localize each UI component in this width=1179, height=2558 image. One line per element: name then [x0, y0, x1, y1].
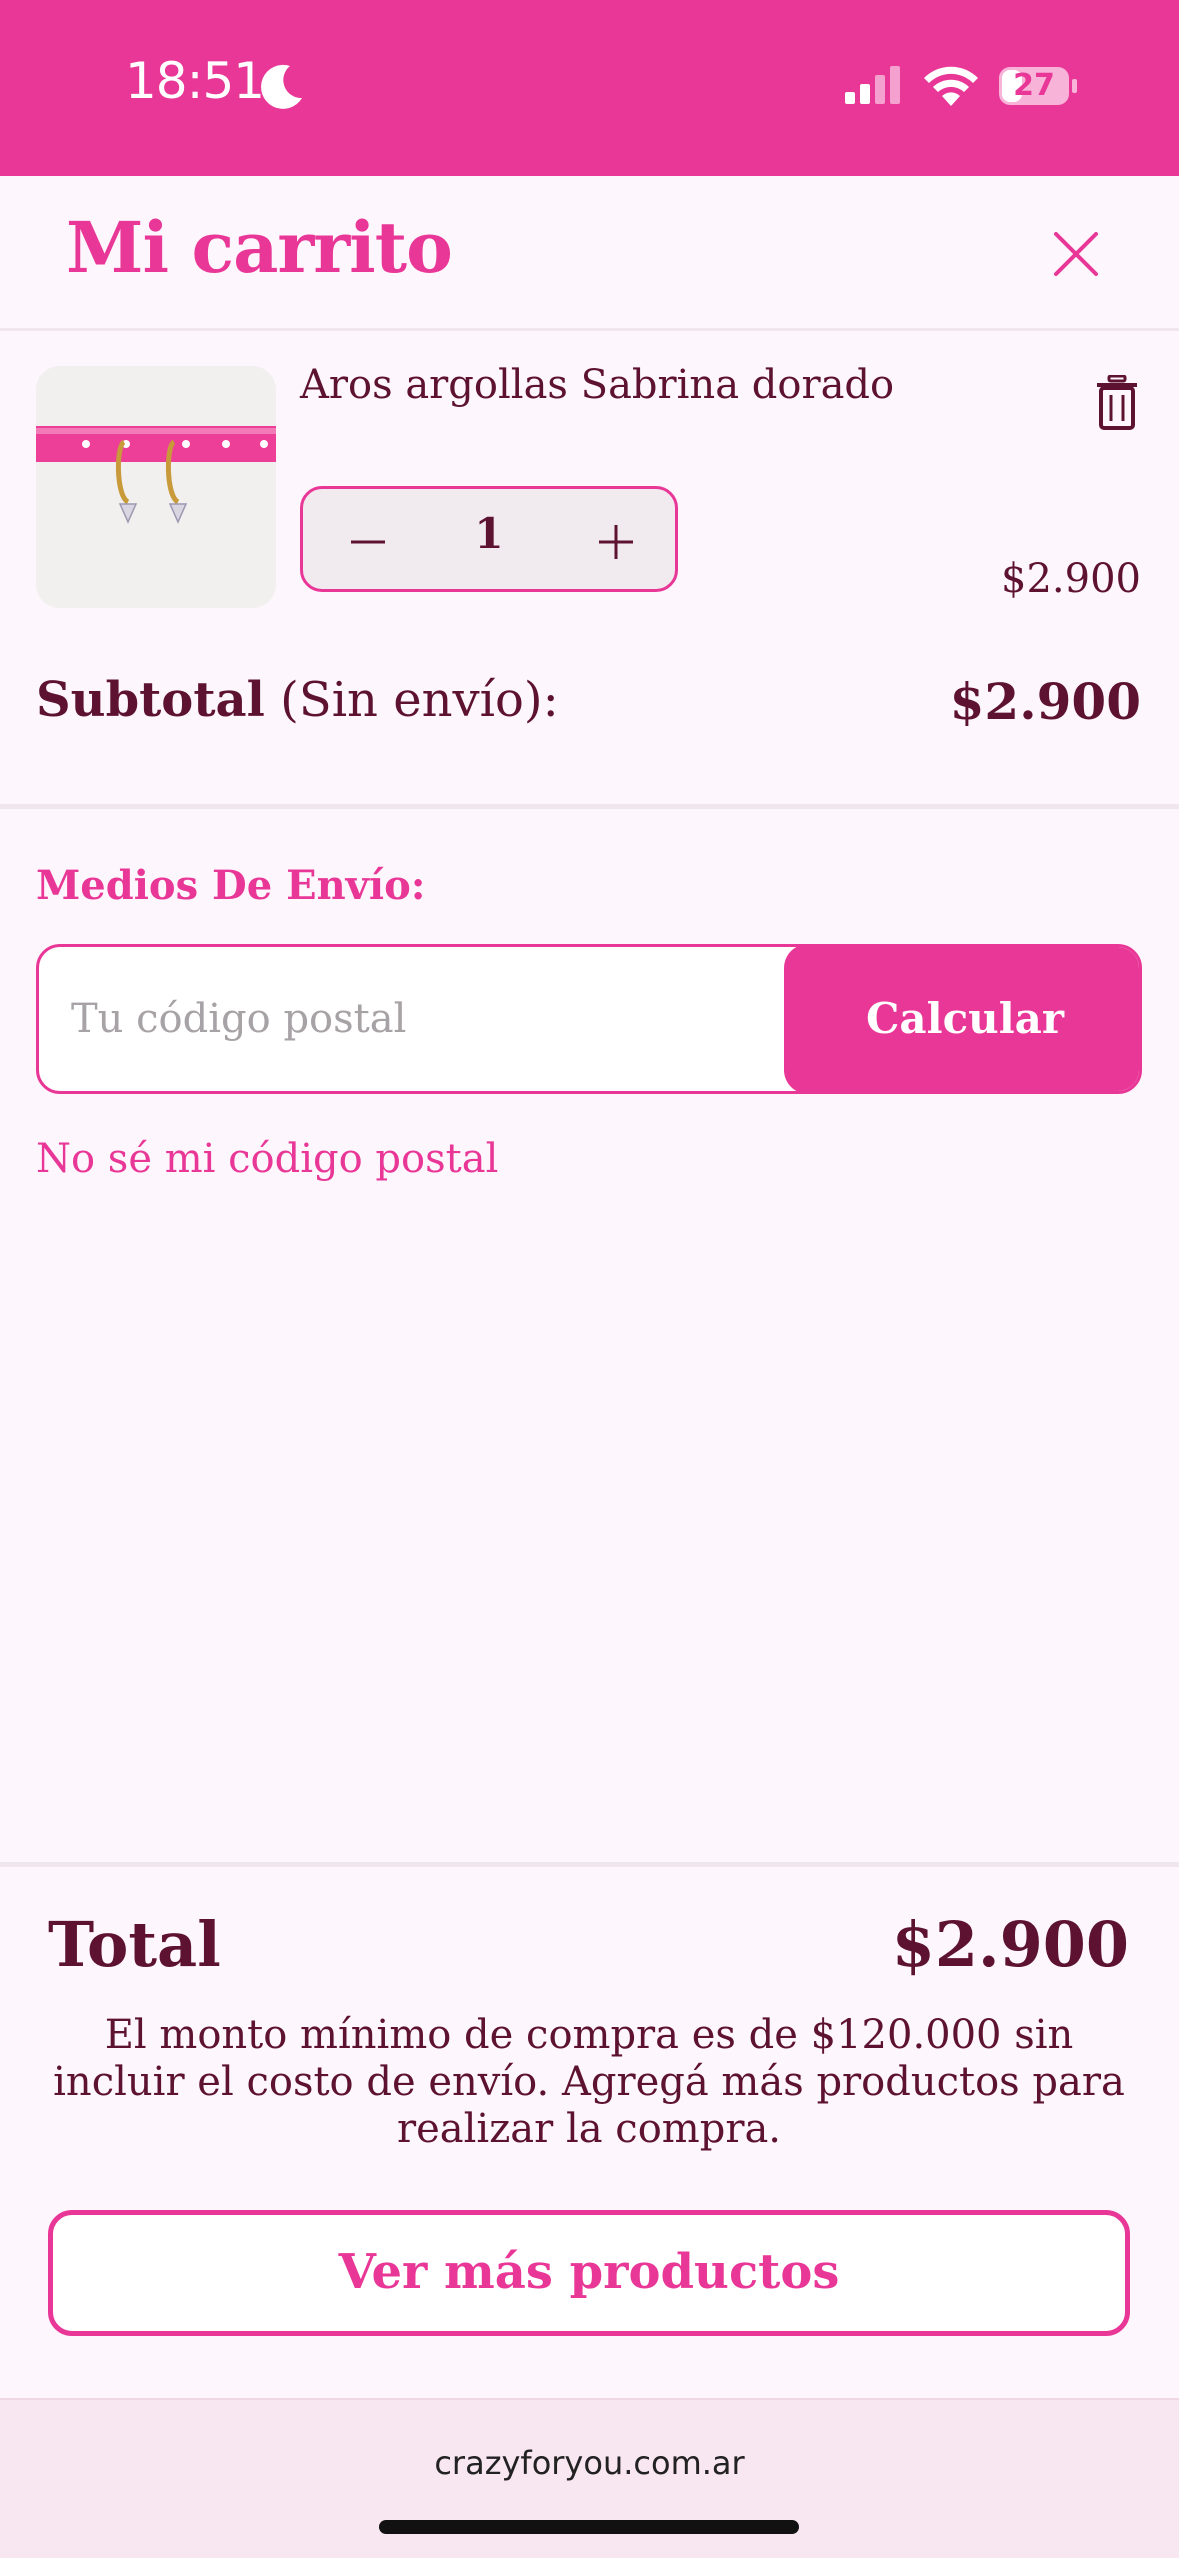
earrings-product-image — [36, 366, 276, 608]
status-time: 18:51 — [125, 52, 265, 110]
status-bar: 18:51 27 — [0, 0, 1179, 176]
battery-level: 27 — [1013, 68, 1055, 103]
product-price: $2.900 — [1001, 556, 1141, 602]
wifi-icon — [924, 66, 978, 106]
home-indicator[interactable] — [379, 2520, 799, 2534]
product-name[interactable]: Aros argollas Sabrina dorado — [300, 362, 894, 408]
subtotal-label-rest: (Sin envío): — [264, 672, 559, 728]
plus-icon[interactable] — [591, 517, 641, 567]
product-image[interactable] — [36, 366, 276, 608]
unknown-postal-code-link[interactable]: No sé mi código postal — [36, 1136, 498, 1182]
trash-icon[interactable] — [1093, 375, 1141, 431]
subtotal-label: Subtotal (Sin envío): — [36, 672, 559, 728]
minimum-purchase-note: El monto mínimo de compra es de $120.000… — [53, 2012, 1125, 2152]
postal-code-form: Calcular — [36, 944, 1142, 1094]
close-icon[interactable] — [1050, 228, 1102, 280]
minus-icon[interactable] — [343, 517, 393, 567]
quantity-stepper: 1 — [300, 486, 678, 592]
shipping-title: Medios De Envío: — [36, 862, 426, 909]
page-title: Mi carrito — [66, 206, 453, 289]
cellular-signal-icon — [845, 66, 900, 104]
cart-header: Mi carrito — [0, 176, 1179, 331]
divider — [0, 804, 1179, 809]
total-value: $2.900 — [891, 1908, 1129, 1981]
quantity-value: 1 — [474, 509, 504, 558]
moon-icon — [261, 64, 302, 109]
subtotal-value: $2.900 — [949, 672, 1141, 731]
divider — [0, 1862, 1179, 1867]
subtotal-label-bold: Subtotal — [36, 672, 265, 728]
browser-url-bar: crazyforyou.com.ar — [0, 2398, 1179, 2558]
see-more-products-button[interactable]: Ver más productos — [48, 2210, 1130, 2336]
postal-code-input[interactable] — [39, 947, 784, 1091]
calculate-button[interactable]: Calcular — [784, 947, 1139, 1091]
url-text[interactable]: crazyforyou.com.ar — [0, 2444, 1179, 2482]
total-label: Total — [48, 1908, 221, 1981]
